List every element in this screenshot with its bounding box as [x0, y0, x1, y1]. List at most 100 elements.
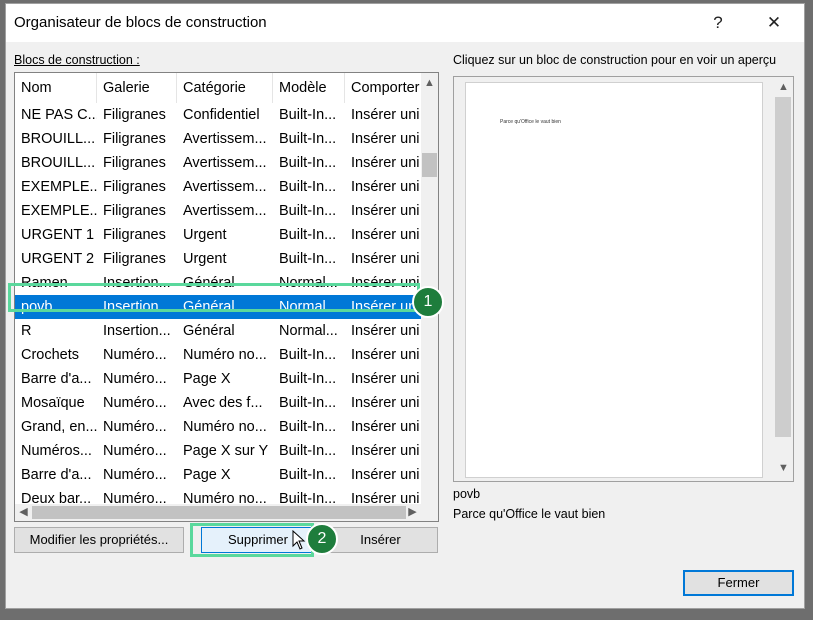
cell-modele: Built-In...	[279, 155, 337, 171]
cell-comporter: Insérer uni	[351, 227, 420, 243]
cell-comporter: Insérer uni	[351, 347, 420, 363]
cell-comporter: Insérer uni	[351, 203, 420, 219]
preview-block-name: povb	[453, 487, 481, 501]
preview-page-text: Parce qu'Office le vaut bien	[500, 119, 561, 125]
cell-galerie: Numéro...	[103, 395, 167, 411]
dialog-title: Organisateur de blocs de construction	[14, 14, 267, 31]
horizontal-scrollbar[interactable]: ◀ ▶	[15, 504, 438, 521]
cell-nom: Crochets	[21, 347, 80, 363]
column-header-comporter[interactable]: Comporter	[345, 73, 425, 103]
cell-nom: Barre d'a...	[21, 371, 92, 387]
cell-nom: Numéros...	[21, 443, 92, 459]
cell-galerie: Insertion...	[103, 323, 171, 339]
table-row[interactable]: BROUILL... Filigranes Avertissem... Built-I…	[15, 127, 425, 151]
table-row[interactable]: Grand, en... Numéro... Numéro no... Built-I…	[15, 415, 425, 439]
preview-scroll-down-icon[interactable]: ▼	[775, 460, 792, 477]
cell-modele: Normal...	[279, 323, 338, 339]
table-row[interactable]: URGENT 2 Filigranes Urgent Built-In... Insér…	[15, 247, 425, 271]
building-blocks-list[interactable]: Nom Galerie Catégorie Modèle Comporter N…	[14, 72, 439, 522]
cell-categorie: Numéro no...	[183, 419, 267, 435]
table-row[interactable]: Barre d'a... Numéro... Page X Built-In... In…	[15, 463, 425, 487]
table-row[interactable]: Numéros... Numéro... Page X sur Y Built-In.…	[15, 439, 425, 463]
cell-comporter: Insérer uni	[351, 443, 420, 459]
cell-modele: Built-In...	[279, 227, 337, 243]
table-row[interactable]: Crochets Numéro... Numéro no... Built-In...…	[15, 343, 425, 367]
table-row[interactable]: Barre d'a... Numéro... Page X Built-In... In…	[15, 367, 425, 391]
preview-scroll-thumb[interactable]	[775, 97, 791, 437]
cell-nom: BROUILL...	[21, 131, 96, 147]
scroll-left-icon[interactable]: ◀	[15, 504, 32, 521]
column-header-nom[interactable]: Nom	[15, 73, 97, 103]
cell-categorie: Page X	[183, 371, 231, 387]
cell-modele: Built-In...	[279, 467, 337, 483]
cell-categorie: Page X sur Y	[183, 443, 269, 459]
help-button[interactable]: ?	[696, 8, 740, 38]
cell-categorie: Confidentiel	[183, 107, 260, 123]
modify-properties-button[interactable]: Modifier les propriétés...	[14, 527, 184, 553]
cell-modele: Built-In...	[279, 395, 337, 411]
callout-badge-1: 1	[412, 286, 444, 318]
cell-nom: NE PAS C...	[21, 107, 97, 123]
scroll-right-icon[interactable]: ▶	[404, 504, 421, 521]
cell-nom: URGENT 2	[21, 251, 95, 267]
preview-page: Parce qu'Office le vaut bien	[465, 82, 763, 478]
table-row[interactable]: BROUILL... Filigranes Avertissem... Built-I…	[15, 151, 425, 175]
cell-nom: R	[21, 323, 32, 339]
cell-categorie: Avec des f...	[183, 395, 263, 411]
cell-modele: Built-In...	[279, 179, 337, 195]
column-header-categorie[interactable]: Catégorie	[177, 73, 273, 103]
column-header-galerie[interactable]: Galerie	[97, 73, 177, 103]
cell-comporter: Insérer uni	[351, 467, 420, 483]
preview-scrollbar[interactable]: ▲ ▼	[773, 77, 793, 481]
callout-badge-2: 2	[306, 523, 338, 555]
preview-block-description: Parce qu'Office le vaut bien	[453, 507, 606, 521]
table-row[interactable]: Mosaïque Numéro... Avec des f... Built-In..…	[15, 391, 425, 415]
preview-scroll-up-icon[interactable]: ▲	[775, 79, 792, 96]
table-row[interactable]: NE PAS C... Filigranes Confidentiel Built-I…	[15, 103, 425, 127]
cell-nom: povb	[21, 299, 53, 315]
cell-galerie: Filigranes	[103, 155, 166, 171]
cell-nom: Grand, en...	[21, 419, 97, 435]
cell-modele: Built-In...	[279, 419, 337, 435]
building-blocks-organizer-dialog: Organisateur de blocs de construction ? …	[5, 3, 805, 609]
cell-nom: EXEMPLE...	[21, 203, 97, 219]
vertical-scroll-thumb[interactable]	[422, 153, 437, 177]
table-row[interactable]: povb Insertion... Général Normal... Insérer …	[15, 295, 425, 319]
cell-comporter: Insérer uni	[351, 155, 420, 171]
cell-categorie: Général	[183, 323, 235, 339]
cell-galerie: Filigranes	[103, 203, 166, 219]
preview-label: Cliquez sur un bloc de construction pour…	[453, 53, 777, 67]
insert-button[interactable]: Insérer	[323, 527, 438, 553]
cell-categorie: Général	[183, 299, 235, 315]
cell-categorie: Urgent	[183, 251, 227, 267]
cell-modele: Built-In...	[279, 371, 337, 387]
cell-categorie: Urgent	[183, 227, 227, 243]
table-row[interactable]: Ramen Insertion... Général Normal... Insérer…	[15, 271, 425, 295]
cell-categorie: Avertissem...	[183, 203, 267, 219]
table-row[interactable]: EXEMPLE... Filigranes Avertissem... Built-I…	[15, 199, 425, 223]
cell-categorie: Avertissem...	[183, 179, 267, 195]
cell-modele: Built-In...	[279, 131, 337, 147]
cell-categorie: Numéro no...	[183, 347, 267, 363]
cell-galerie: Insertion...	[103, 299, 171, 315]
close-button[interactable]: Fermer	[683, 570, 794, 596]
cell-comporter: Insérer uni	[351, 251, 420, 267]
cell-comporter: Insérer uni	[351, 395, 420, 411]
column-header-modele[interactable]: Modèle	[273, 73, 345, 103]
cell-galerie: Filigranes	[103, 179, 166, 195]
cell-galerie: Insertion...	[103, 275, 171, 291]
close-icon[interactable]: ✕	[752, 8, 796, 38]
table-row[interactable]: EXEMPLE... Filigranes Avertissem... Built-I…	[15, 175, 425, 199]
cell-comporter: Insérer uni	[351, 323, 420, 339]
cell-galerie: Numéro...	[103, 347, 167, 363]
preview-pane: Parce qu'Office le vaut bien ▲ ▼	[453, 76, 794, 482]
mouse-cursor-icon	[292, 530, 306, 550]
scroll-up-icon[interactable]: ▲	[421, 75, 438, 92]
cell-galerie: Numéro...	[103, 467, 167, 483]
table-row[interactable]: URGENT 1 Filigranes Urgent Built-In... Insér…	[15, 223, 425, 247]
cell-comporter: Insérer uni	[351, 107, 420, 123]
cell-categorie: Général	[183, 275, 235, 291]
cell-nom: Mosaïque	[21, 395, 85, 411]
table-row[interactable]: R Insertion... Général Normal... Insérer uni	[15, 319, 425, 343]
horizontal-scroll-thumb[interactable]	[32, 506, 406, 519]
